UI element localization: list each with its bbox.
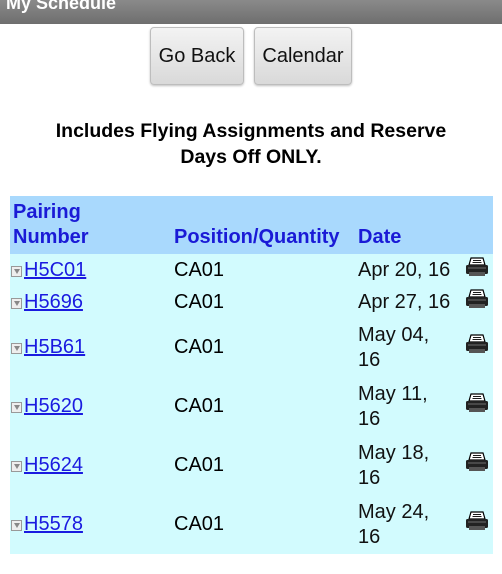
print-cell <box>462 286 493 318</box>
position-cell: CA01 <box>171 436 355 495</box>
expand-icon[interactable] <box>11 343 22 354</box>
date-line-1: May 18, <box>358 441 430 464</box>
pairing-cell: H5C01 <box>10 254 171 286</box>
header-pairing-line-1: Pairing <box>13 201 81 223</box>
print-cell <box>462 377 493 436</box>
print-cell <box>462 254 493 286</box>
pairing-link[interactable]: H5C01 <box>24 259 86 281</box>
expand-icon[interactable] <box>11 520 22 531</box>
date-cell: Apr 27, 16 <box>355 286 462 318</box>
pairing-link[interactable]: H5620 <box>24 395 83 417</box>
printer-icon[interactable] <box>465 288 489 309</box>
table-row: H5624 CA01 May 18, 16 <box>10 436 493 495</box>
position-cell: CA01 <box>171 318 355 377</box>
printer-icon[interactable] <box>465 452 489 472</box>
pairing-cell: H5696 <box>10 286 171 318</box>
printer-icon[interactable] <box>465 334 489 354</box>
table-row: H5578 CA01 May 24, 16 <box>10 495 493 554</box>
header-pairing-number: Pairing Number <box>10 196 171 254</box>
expand-icon[interactable] <box>11 402 22 413</box>
date-line-2: 16 <box>358 407 381 430</box>
expand-icon[interactable] <box>11 297 22 309</box>
calendar-button[interactable]: Calendar <box>254 27 352 85</box>
pairing-cell: H5620 <box>10 377 171 436</box>
table-row: H5696 CA01 Apr 27, 16 <box>10 286 493 318</box>
pairing-cell: H5B61 <box>10 318 171 377</box>
date-line-1: May 11, <box>358 382 428 405</box>
pairing-link[interactable]: H5624 <box>24 454 83 476</box>
date-line-2: 16 <box>358 466 381 489</box>
page-title: My Schedule <box>6 0 117 13</box>
notice-line-1: Includes Flying Assignments and Reserve <box>55 120 447 142</box>
printer-icon[interactable] <box>465 256 489 277</box>
date-line-1: Apr 27, 16 <box>358 290 451 313</box>
header-position-quantity: Position/Quantity <box>171 196 355 254</box>
table-header-row: Pairing Number Position/Quantity Date <box>10 196 493 254</box>
expand-icon[interactable] <box>11 461 22 472</box>
date-line-2: 16 <box>358 348 381 371</box>
pairing-link[interactable]: H5696 <box>24 291 83 313</box>
title-bar: My Schedule <box>0 0 502 24</box>
pairing-cell: H5624 <box>10 436 171 495</box>
date-cell: May 04, 16 <box>355 318 462 377</box>
date-line-2: 16 <box>358 525 381 548</box>
date-line-1: May 04, <box>358 323 430 346</box>
position-cell: CA01 <box>171 495 355 554</box>
table-row: H5620 CA01 May 11, 16 <box>10 377 493 436</box>
date-cell: May 18, 16 <box>355 436 462 495</box>
header-pairing-line-2: Number <box>13 226 89 248</box>
pairing-cell: H5578 <box>10 495 171 554</box>
print-cell <box>462 318 493 377</box>
printer-icon[interactable] <box>465 511 489 531</box>
date-line-1: Apr 20, 16 <box>358 258 451 281</box>
date-cell: May 24, 16 <box>355 495 462 554</box>
position-cell: CA01 <box>171 377 355 436</box>
date-cell: Apr 20, 16 <box>355 254 462 286</box>
header-date: Date <box>355 196 462 254</box>
table-row: H5B61 CA01 May 04, 16 <box>10 318 493 377</box>
print-cell <box>462 495 493 554</box>
pairing-link[interactable]: H5B61 <box>24 336 85 358</box>
position-cell: CA01 <box>171 286 355 318</box>
position-cell: CA01 <box>171 254 355 286</box>
header-print-column <box>462 196 493 254</box>
date-line-1: May 24, <box>358 500 430 523</box>
schedule-table: Pairing Number Position/Quantity Date H5… <box>10 196 493 554</box>
notice-line-2: Days Off ONLY. <box>180 146 322 168</box>
table-row: H5C01 CA01 Apr 20, 16 <box>10 254 493 286</box>
schedule-notice: Includes Flying Assignments and Reserve … <box>0 118 502 170</box>
go-back-button[interactable]: Go Back <box>150 27 244 85</box>
pairing-link[interactable]: H5578 <box>24 513 83 535</box>
print-cell <box>462 436 493 495</box>
printer-icon[interactable] <box>465 393 489 413</box>
expand-icon[interactable] <box>11 265 22 277</box>
date-cell: May 11, 16 <box>355 377 462 436</box>
